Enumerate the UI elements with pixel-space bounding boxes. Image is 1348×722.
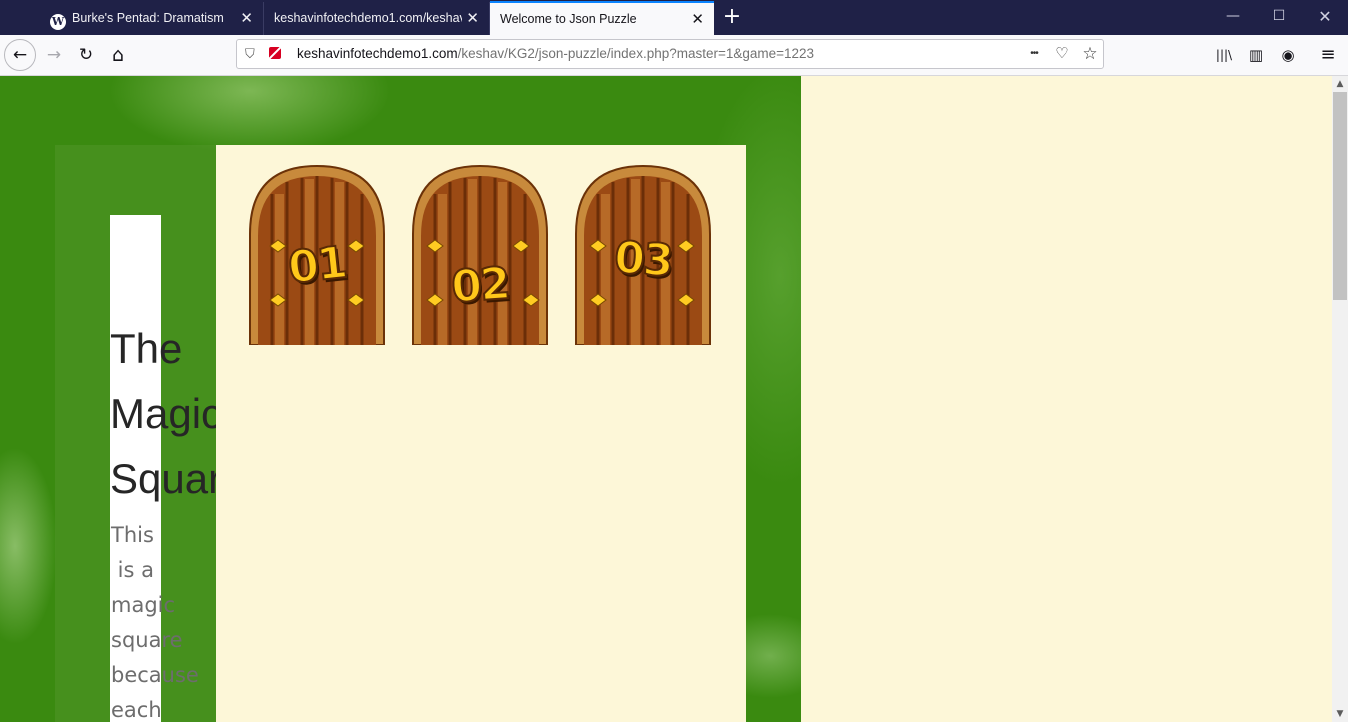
back-button[interactable]: ←: [4, 39, 36, 71]
library-icon[interactable]: |||\: [1210, 41, 1238, 69]
address-bar[interactable]: ⛉ keshavinfotechdemo1.com/keshav/KG2/jso…: [236, 39, 1104, 69]
home-button[interactable]: ⌂: [104, 41, 132, 69]
vertical-scrollbar[interactable]: ▲ ▼: [1332, 76, 1348, 722]
wordpress-icon: W: [50, 14, 66, 30]
tab-title: keshavinfotechdemo1.com/keshav: [274, 11, 462, 25]
puzzle-description: This is a magic square because each: [111, 523, 199, 722]
insecure-connection-icon[interactable]: [269, 47, 281, 59]
maximize-button[interactable]: ☐: [1256, 0, 1302, 35]
page-title: The Magic Square: [110, 325, 246, 502]
tab-burkes-pentad[interactable]: W Burke's Pentad: Dramatism ✕: [40, 2, 264, 35]
pocket-icon[interactable]: ♡: [1051, 40, 1073, 68]
door-number: 03: [612, 231, 675, 288]
page-actions-icon[interactable]: •••: [1023, 40, 1045, 68]
sidebar-icon[interactable]: ▥: [1242, 41, 1270, 69]
page-viewport: The Magic Square This is a magic square …: [0, 76, 1332, 722]
scrollbar-thumb[interactable]: [1333, 92, 1347, 300]
url-path: /keshav/KG2/json-puzzle/index.php?master…: [457, 46, 815, 61]
tab-close-icon[interactable]: ✕: [240, 2, 253, 35]
reload-button[interactable]: ↻: [72, 41, 100, 69]
tab-title: Welcome to Json Puzzle: [500, 12, 637, 26]
door-02[interactable]: 02: [411, 164, 549, 345]
menu-icon[interactable]: ≡: [1314, 41, 1342, 69]
navigation-toolbar: ← → ↻ ⌂ ⛉ keshavinfotechdemo1.com/keshav…: [0, 35, 1348, 76]
tab-keshav-demo[interactable]: keshavinfotechdemo1.com/keshav ✕: [264, 2, 490, 35]
bookmark-star-icon[interactable]: ☆: [1079, 40, 1101, 68]
scroll-up-arrow-icon[interactable]: ▲: [1332, 76, 1348, 92]
url-domain: keshavinfotechdemo1.com: [297, 46, 458, 61]
scroll-down-arrow-icon[interactable]: ▼: [1332, 706, 1348, 722]
wooden-door-icon: [412, 164, 548, 345]
close-window-button[interactable]: ✕: [1302, 0, 1348, 35]
tab-close-icon[interactable]: ✕: [466, 2, 479, 35]
door-number: 02: [449, 257, 512, 314]
account-icon[interactable]: ◉: [1274, 41, 1302, 69]
forward-button[interactable]: →: [40, 41, 68, 69]
tab-close-icon[interactable]: ✕: [691, 3, 704, 35]
door-03[interactable]: 03: [574, 164, 712, 345]
tracking-protection-icon[interactable]: ⛉: [245, 40, 255, 68]
door-01[interactable]: 01: [248, 164, 386, 345]
new-tab-button[interactable]: +: [720, 4, 744, 30]
minimize-button[interactable]: —: [1210, 0, 1256, 35]
tab-strip: W Burke's Pentad: Dramatism ✕ keshavinfot…: [0, 0, 1348, 35]
tab-title: Burke's Pentad: Dramatism: [72, 11, 224, 25]
url-text[interactable]: keshavinfotechdemo1.com/keshav/KG2/json-…: [297, 40, 814, 68]
tab-json-puzzle[interactable]: Welcome to Json Puzzle ✕: [490, 1, 714, 35]
